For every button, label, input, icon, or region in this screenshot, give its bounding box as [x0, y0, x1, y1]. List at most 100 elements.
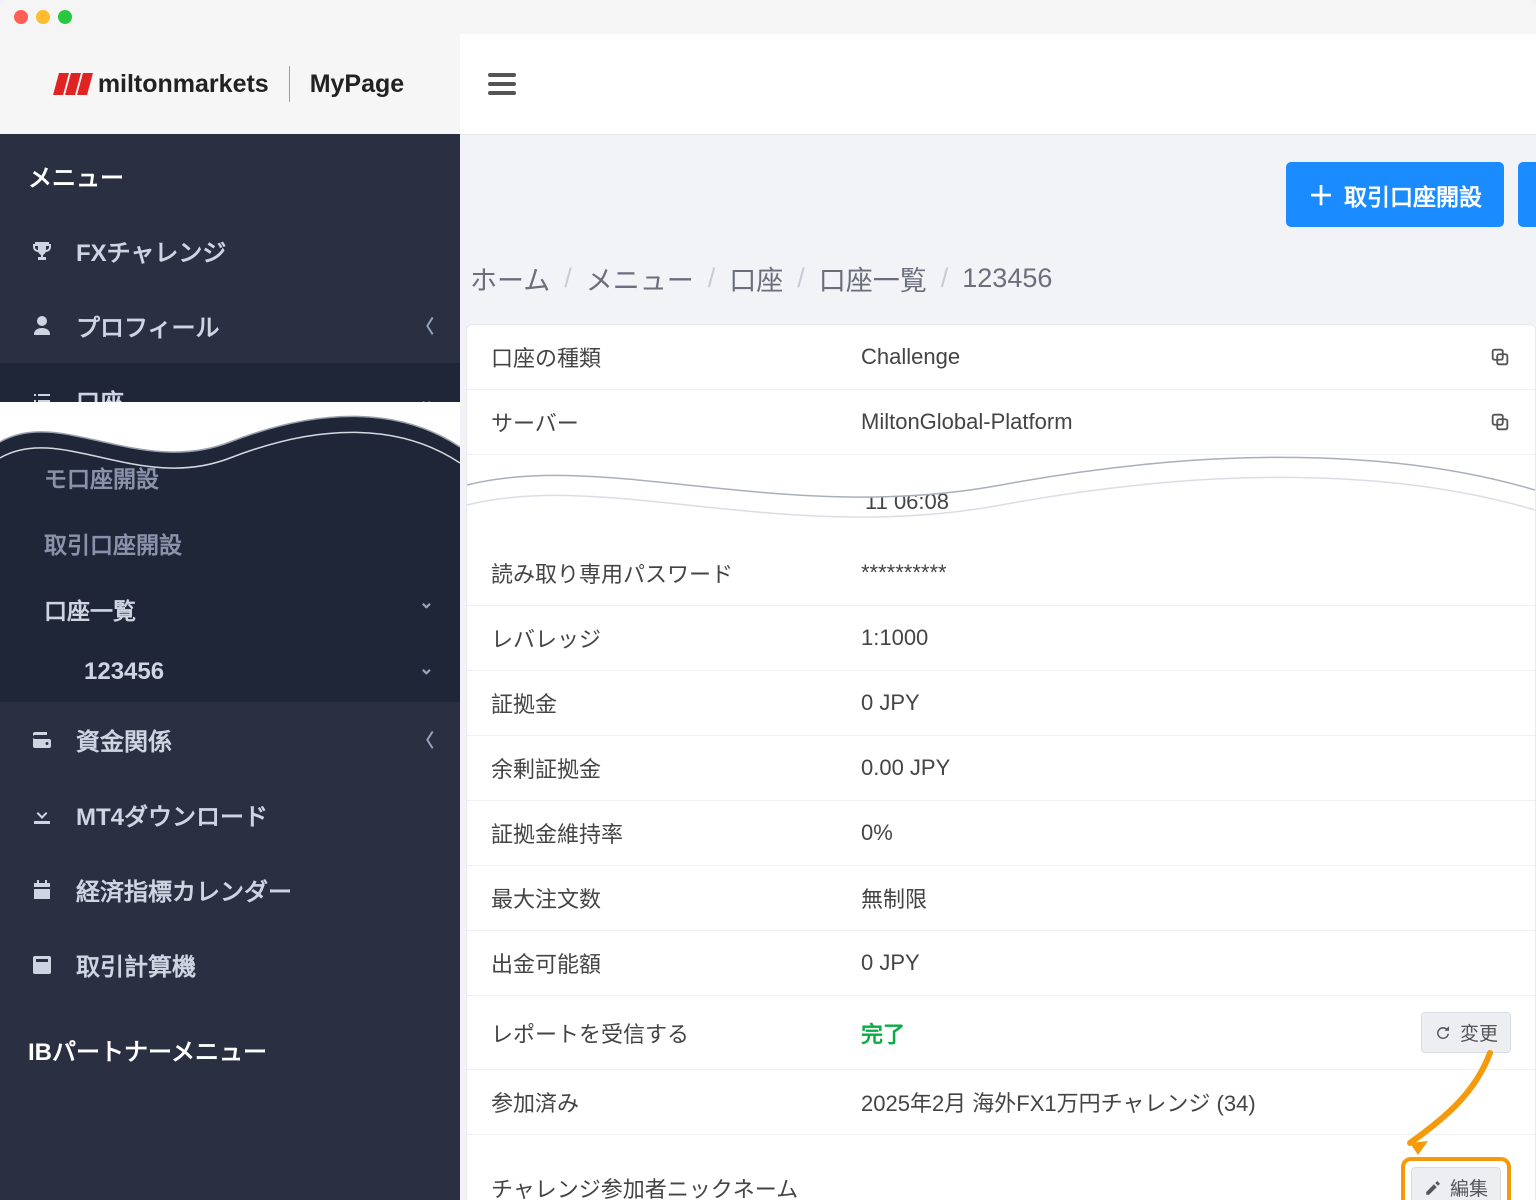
row-label: 参加済み [491, 1086, 861, 1118]
brand-divider [289, 66, 290, 102]
sidebar-heading: メニュー [0, 134, 460, 213]
topbar [460, 34, 1536, 134]
row-value: 2025年2月 海外FX1万円チャレンジ (34) [861, 1086, 1511, 1118]
refresh-icon [1434, 1024, 1452, 1042]
row-value: 0% [861, 820, 1511, 846]
row-label: 出金可能額 [491, 947, 861, 979]
row-server: サーバー MiltonGlobal-Platform [467, 390, 1535, 455]
breadcrumb-list[interactable]: 口座一覧 [819, 259, 927, 298]
brand-subtitle: MyPage [310, 70, 404, 99]
row-value: 0.00 JPY [861, 755, 1511, 781]
sidebar-item-label: 経済指標カレンダー [76, 872, 292, 907]
row-label: 証拠金 [491, 687, 861, 719]
sidebar-sub-label: 123456 [84, 658, 164, 685]
button-label: 取引口座開設 [1344, 178, 1482, 212]
row-value: 0 JPY [861, 690, 1511, 716]
row-value: ********** [861, 560, 1511, 586]
main-content: ＋ 取引口座開設 ホーム/ メニュー/ 口座/ 口座一覧/ 123456 口座の… [460, 34, 1536, 1200]
sidebar-sub-label: 取引口座開設 [44, 532, 182, 558]
row-value: 0 JPY [861, 950, 1511, 976]
row-value: 完了 [861, 1017, 1421, 1049]
sidebar-sub-account-id[interactable]: 123456 ⌄ [0, 642, 460, 702]
chevron-left-icon: 〈 [416, 313, 434, 339]
hamburger-icon[interactable] [488, 73, 516, 95]
sidebar-item-label: FXチャレンジ [76, 233, 226, 268]
sidebar-sub-open-account[interactable]: 取引口座開設 [0, 510, 460, 576]
row-value: Challenge [861, 344, 1489, 370]
row-label: サーバー [491, 406, 861, 438]
open-trading-account-button[interactable]: ＋ 取引口座開設 [1286, 162, 1504, 227]
account-details-card: 口座の種類 Challenge サーバー MiltonGlobal-Platfo… [466, 324, 1536, 1200]
sidebar-item-label: MT4ダウンロード [76, 797, 268, 832]
row-margin: 証拠金 0 JPY [467, 671, 1535, 736]
change-report-button[interactable]: 変更 [1421, 1012, 1511, 1053]
trophy-icon [30, 239, 54, 263]
row-value: MiltonGlobal-Platform [861, 409, 1489, 435]
copy-icon[interactable] [1489, 346, 1511, 368]
button-label: 変更 [1460, 1019, 1498, 1046]
user-icon [30, 314, 54, 338]
row-receive-report: レポートを受信する 完了 変更 [467, 996, 1535, 1070]
sidebar-item-fx-challenge[interactable]: FXチャレンジ [0, 213, 460, 288]
row-label: チャレンジ参加者ニックネーム [491, 1172, 1401, 1200]
sidebar-item-accounts[interactable]: 口座 ⌄ [0, 363, 460, 438]
list-icon [30, 389, 54, 413]
row-margin-level: 証拠金維持率 0% [467, 801, 1535, 866]
edit-icon [1424, 1179, 1442, 1197]
row-leverage: レバレッジ 1:1000 [467, 606, 1535, 671]
breadcrumb-menu[interactable]: メニュー [586, 259, 694, 298]
chevron-down-icon: ⌄ [419, 592, 434, 613]
chevron-down-icon: ⌄ [419, 390, 434, 411]
calendar-icon [30, 878, 54, 902]
breadcrumb-accounts[interactable]: 口座 [729, 259, 783, 298]
sidebar-item-calculator[interactable]: 取引計算機 [0, 927, 460, 1002]
breadcrumb: ホーム/ メニュー/ 口座/ 口座一覧/ 123456 [460, 241, 1536, 324]
sidebar-item-label: 取引計算機 [76, 947, 196, 982]
row-label: レバレッジ [491, 622, 861, 654]
wallet-icon [30, 728, 54, 752]
row-account-type: 口座の種類 Challenge [467, 325, 1535, 390]
row-readonly-password: 読み取り専用パスワード ********** [467, 541, 1535, 606]
sidebar-sub-label: 口座一覧 [44, 598, 136, 624]
brand-name: miltonmarkets [98, 70, 269, 99]
row-joined: 参加済み 2025年2月 海外FX1万円チャレンジ (34) [467, 1070, 1535, 1135]
sidebar-item-funds[interactable]: 資金関係 〈 [0, 702, 460, 777]
row-label: 証拠金維持率 [491, 817, 861, 849]
download-icon [30, 803, 54, 827]
window-close-dot[interactable] [14, 10, 28, 24]
edit-nickname-button[interactable]: 編集 [1411, 1167, 1501, 1200]
breadcrumb-home[interactable]: ホーム [470, 259, 550, 298]
sidebar-item-label: 資金関係 [76, 722, 172, 757]
wave-cut-decoration [467, 455, 1535, 541]
row-label: レポートを受信する [491, 1017, 861, 1049]
secondary-button-edge[interactable] [1518, 162, 1536, 227]
brand-logo: miltonmarkets [56, 70, 269, 99]
sidebar-sub-label: モ口座開設 [44, 466, 159, 492]
sidebar-item-mt4-download[interactable]: MT4ダウンロード [0, 777, 460, 852]
row-label: 余剰証拠金 [491, 752, 861, 784]
row-max-orders: 最大注文数 無制限 [467, 866, 1535, 931]
sidebar-item-label: プロフィール [76, 308, 220, 343]
action-row: ＋ 取引口座開設 [460, 134, 1536, 241]
chevron-left-icon: 〈 [416, 727, 434, 753]
row-withdrawable: 出金可能額 0 JPY [467, 931, 1535, 996]
sidebar-item-profile[interactable]: プロフィール 〈 [0, 288, 460, 363]
row-label: 読み取り専用パスワード [491, 557, 861, 589]
window-minimize-dot[interactable] [36, 10, 50, 24]
copy-icon[interactable] [1489, 411, 1511, 433]
calculator-icon [30, 953, 54, 977]
row-label: 口座の種類 [491, 341, 861, 373]
window-zoom-dot[interactable] [58, 10, 72, 24]
annotation-highlight: 編集 [1401, 1157, 1511, 1200]
row-free-margin: 余剰証拠金 0.00 JPY [467, 736, 1535, 801]
sidebar-sub-demo-open[interactable]: モ口座開設 [0, 438, 460, 510]
sidebar-item-label: 口座 [76, 383, 124, 418]
sidebar-sub-account-list[interactable]: 口座一覧 ⌄ [0, 576, 460, 642]
plus-icon: ＋ [1308, 176, 1334, 213]
row-label: 最大注文数 [491, 882, 861, 914]
brand-mark-icon [56, 73, 92, 95]
sidebar: miltonmarkets MyPage メニュー FXチャレンジ プロフィール… [0, 34, 460, 1200]
sidebar-item-calendar[interactable]: 経済指標カレンダー [0, 852, 460, 927]
breadcrumb-id: 123456 [962, 263, 1052, 294]
chevron-down-icon: ⌄ [419, 658, 434, 679]
